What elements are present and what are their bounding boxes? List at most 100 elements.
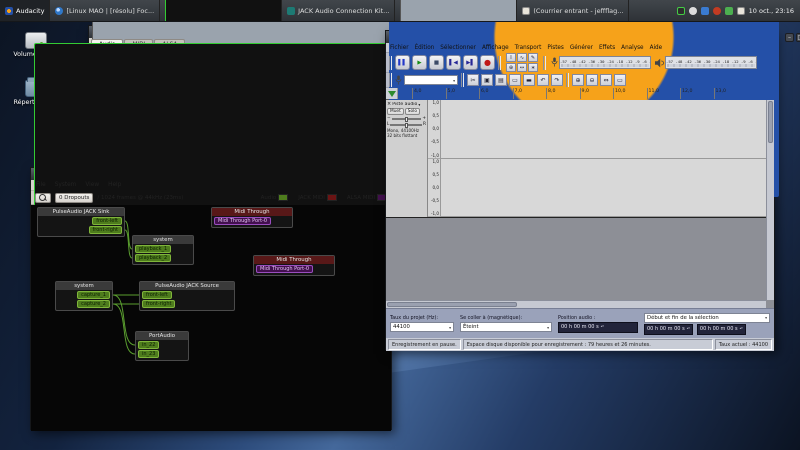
scrollbar-thumb[interactable] <box>387 302 517 307</box>
node-midi-through-1[interactable]: Midi Through Midi Through Port-0 <box>211 207 293 228</box>
node-system-playback[interactable]: system playback_1 playback_2 <box>132 235 194 265</box>
audio-port[interactable]: playback_2 <box>135 254 171 262</box>
toolbar-grip[interactable] <box>498 56 501 70</box>
trim-button[interactable]: ▭ <box>509 74 521 86</box>
audio-position-field[interactable]: 00 h 00 m 00 s▴▾ <box>558 322 638 333</box>
vertical-scrollbar[interactable] <box>766 100 774 300</box>
mute-button[interactable]: Muet <box>387 108 404 115</box>
waveform-view[interactable] <box>441 100 766 217</box>
spinner-icon[interactable]: ▴▾ <box>740 327 743 330</box>
midi-port[interactable]: Midi Through Port-0 <box>256 265 313 273</box>
gain-thumb[interactable] <box>405 117 408 122</box>
task-mail[interactable]: (Courrier entrant - jeffflag... <box>517 0 629 21</box>
project-rate-combo[interactable]: 44100▾ <box>390 322 454 332</box>
scrollbar-thumb[interactable] <box>768 101 773 143</box>
dropouts-button[interactable]: 0 Dropouts <box>55 193 93 203</box>
record-button[interactable]: ● <box>480 55 495 70</box>
task-audacity[interactable]: Audacity <box>0 0 50 21</box>
menu-help[interactable]: Help <box>108 182 121 188</box>
undo-button[interactable]: ↶ <box>537 74 549 86</box>
audio-port[interactable]: in_23 <box>138 350 159 358</box>
waveform-channel[interactable] <box>441 100 766 159</box>
zoom-fit-button[interactable]: ▭ <box>614 74 626 86</box>
timeline-options-button[interactable] <box>386 88 398 99</box>
pan-thumb[interactable] <box>405 123 408 128</box>
audio-port[interactable]: in_22 <box>138 341 159 349</box>
volume-icon[interactable] <box>689 7 697 15</box>
menu-transport[interactable]: Transport <box>515 45 542 51</box>
zoom-tool-button[interactable] <box>35 193 51 203</box>
copy-button[interactable]: ▣ <box>481 74 493 86</box>
task-browser[interactable]: [Linux MAO | [résolu] Foc... <box>50 0 160 21</box>
menu-selectionner[interactable]: Sélectionner <box>440 45 476 51</box>
playback-meter[interactable]: -57 -48 -42 -36 -30 -24 -18 -12 -9 -6 -3… <box>655 56 757 69</box>
timeline-ruler[interactable]: 4,0 5,0 6,0 7,0 8,0 9,0 10,0 11,0 12,0 1… <box>386 88 774 100</box>
clock[interactable]: 10 oct., 23:16 <box>749 7 794 15</box>
spinner-icon[interactable]: ▴▾ <box>687 327 690 330</box>
cpu-graph-icon[interactable] <box>677 7 685 15</box>
task-patchage[interactable]: Patchage <box>160 0 282 21</box>
solo-button[interactable]: Solo <box>405 108 420 115</box>
draw-tool[interactable]: ✎ <box>528 53 538 62</box>
midi-port[interactable]: Midi Through Port-0 <box>214 217 271 225</box>
node-pulseaudio-sink[interactable]: PulseAudio JACK Sink front-left front-ri… <box>37 207 125 237</box>
toolbar-grip[interactable] <box>543 56 546 70</box>
toolbar-grip[interactable] <box>461 73 464 87</box>
zoom-tool[interactable]: ⊕ <box>506 63 516 72</box>
node-portaudio[interactable]: PortAudio in_22 in_23 <box>135 331 189 361</box>
audio-port[interactable]: capture_2 <box>77 300 110 308</box>
play-button[interactable]: ▶ <box>412 55 427 70</box>
skip-end-button[interactable]: ▶▌ <box>463 55 478 70</box>
clipboard-icon[interactable] <box>737 7 745 15</box>
silence-button[interactable]: ▬ <box>523 74 535 86</box>
audacity-titlebar[interactable]: Audacity – □ × <box>386 31 774 43</box>
audio-port[interactable]: front-left <box>142 291 172 299</box>
recording-device-combo[interactable]: ▾ <box>404 75 458 85</box>
minimize-icon[interactable]: – <box>785 33 794 42</box>
cut-button[interactable]: ✂ <box>467 74 479 86</box>
skip-start-button[interactable]: ▌◀ <box>446 55 461 70</box>
task-qjackctl[interactable]: Connexions - Kit de Conne... <box>395 0 517 21</box>
recording-meter[interactable]: -57 -48 -42 -36 -30 -24 -18 -12 -9 -6 -3… <box>551 56 651 69</box>
menu-file[interactable]: File <box>36 182 46 188</box>
spinner-icon[interactable]: ▴▾ <box>601 325 604 328</box>
selection-mode-combo[interactable]: Début et fin de la sélection▾ <box>644 313 770 323</box>
audio-port[interactable]: front-left <box>92 217 122 225</box>
patchbay-canvas[interactable]: PulseAudio JACK Sink front-left front-ri… <box>31 205 391 431</box>
menu-fichier[interactable]: Fichier <box>390 45 409 51</box>
selection-start-field[interactable]: 00 h 00 m 00 s▴▾ <box>644 324 693 335</box>
track-name[interactable]: Piste audio <box>392 102 417 107</box>
node-system-capture[interactable]: system capture_1 capture_2 <box>55 281 113 311</box>
menu-pistes[interactable]: Pistes <box>547 45 564 51</box>
notification-icon[interactable] <box>713 7 721 15</box>
battery-icon[interactable] <box>725 7 733 15</box>
menu-system[interactable]: System <box>55 182 77 188</box>
multi-tool[interactable]: ∗ <box>528 63 538 72</box>
audio-port[interactable]: capture_1 <box>77 291 110 299</box>
menu-generer[interactable]: Générer <box>570 45 593 51</box>
toolbar-grip[interactable] <box>389 73 392 87</box>
node-midi-through-2[interactable]: Midi Through Midi Through Port-0 <box>253 255 335 276</box>
zoom-out-button[interactable]: ⊖ <box>586 74 598 86</box>
toolbar-grip[interactable] <box>566 73 569 87</box>
snap-combo[interactable]: Éteint▾ <box>460 322 552 332</box>
audio-port[interactable]: front-right <box>89 226 122 234</box>
pause-button[interactable]: ▌▌ <box>395 55 410 70</box>
envelope-tool[interactable]: ∿ <box>517 53 527 62</box>
audio-port[interactable]: playback_1 <box>135 245 171 253</box>
zoom-selection-button[interactable]: ⇔ <box>600 74 612 86</box>
updates-icon[interactable] <box>701 7 709 15</box>
track-menu-icon[interactable]: ▾ <box>418 102 420 107</box>
timeshift-tool[interactable]: ↔ <box>517 63 527 72</box>
selection-end-field[interactable]: 00 h 00 m 00 s▴▾ <box>697 324 746 335</box>
track-close-icon[interactable]: × <box>387 101 391 107</box>
patchage-titlebar[interactable]: Patchage – □ × <box>31 168 391 180</box>
waveform-channel[interactable] <box>441 159 766 218</box>
horizontal-scrollbar[interactable] <box>386 300 766 308</box>
gain-slider[interactable]: − + <box>387 116 426 121</box>
menu-affichage[interactable]: Affichage <box>482 45 509 51</box>
redo-button[interactable]: ↷ <box>551 74 563 86</box>
toolbar-grip[interactable] <box>389 56 392 70</box>
paste-button[interactable]: ▤ <box>495 74 507 86</box>
maximize-icon[interactable]: □ <box>796 33 800 42</box>
